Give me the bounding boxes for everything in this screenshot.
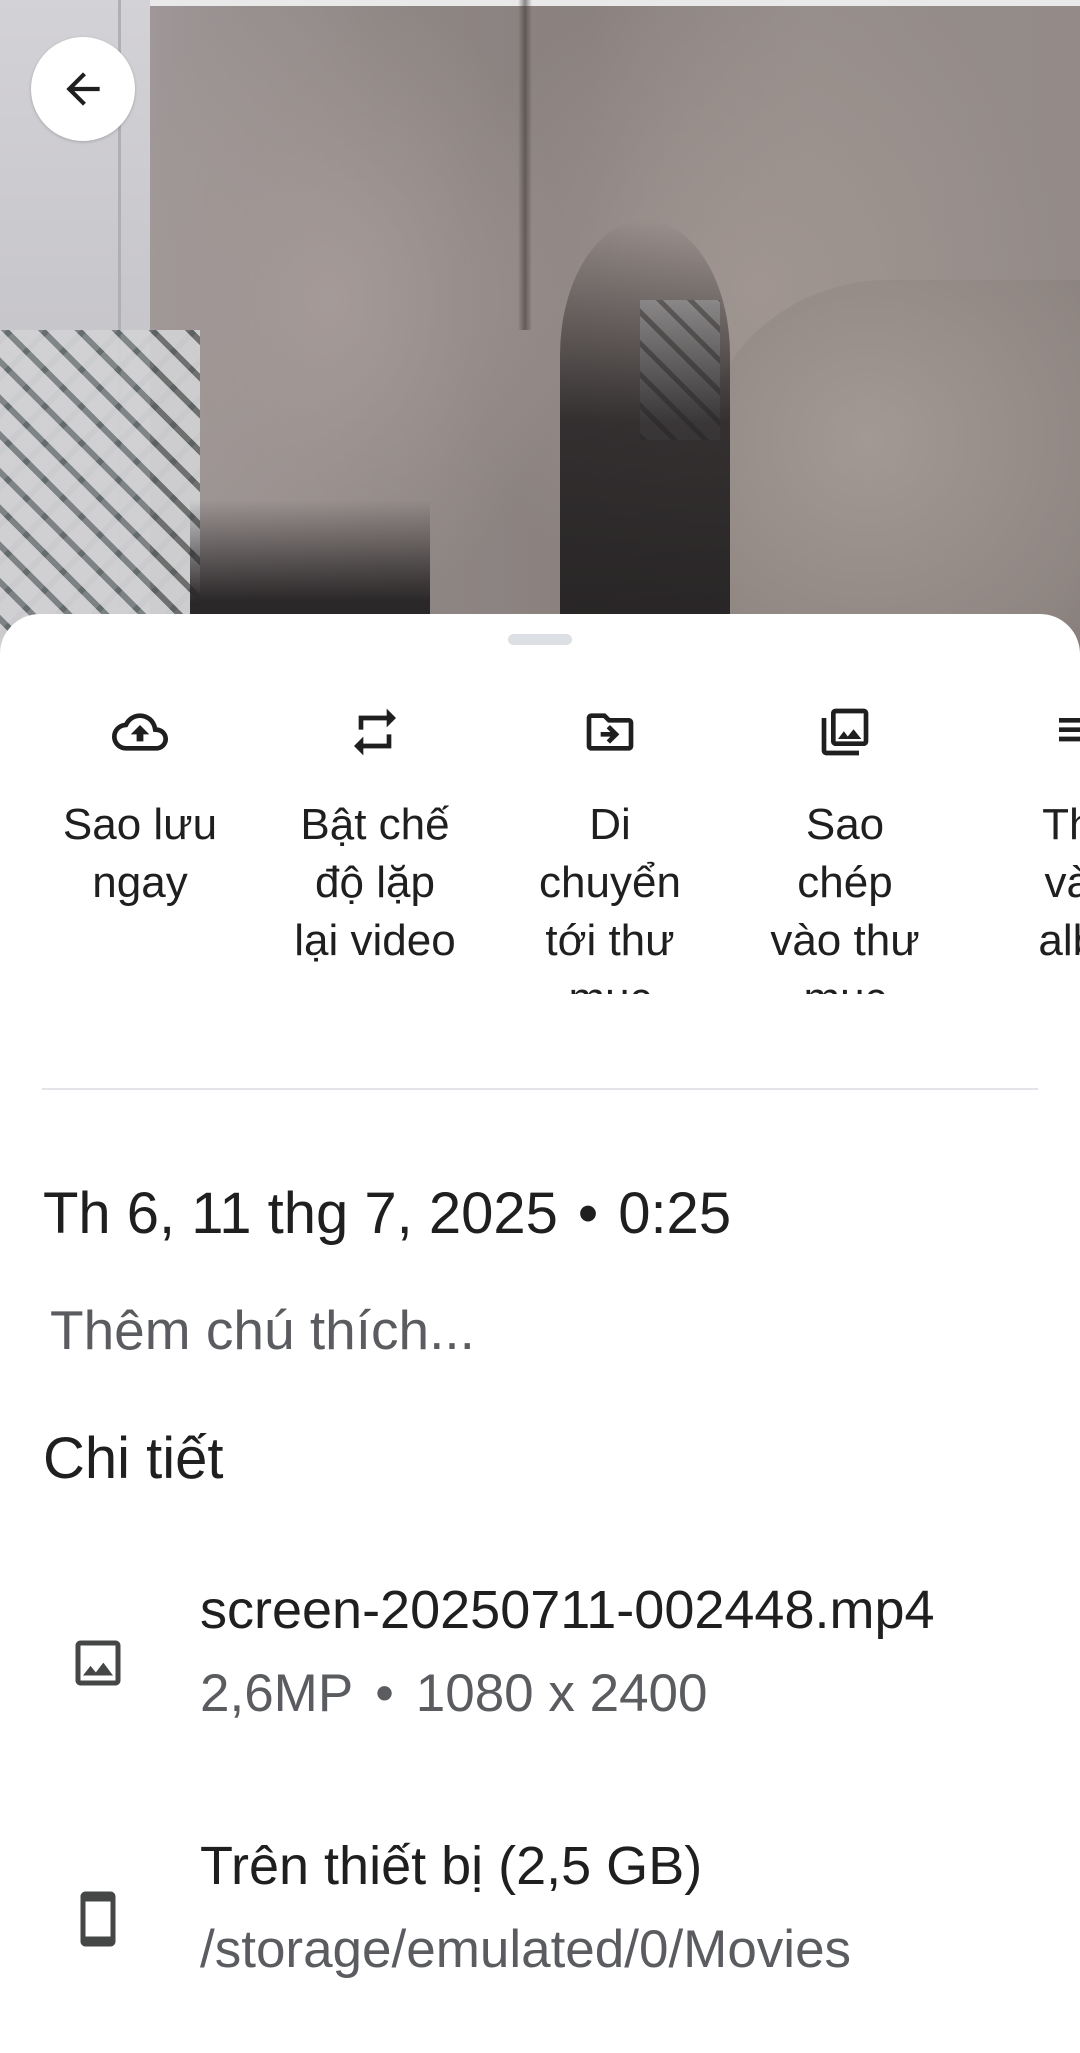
copy-to-folder-button[interactable]: Sao chép vào thư mục bbox=[745, 674, 945, 994]
media-preview[interactable] bbox=[0, 0, 1080, 660]
resolution: 1080 x 2400 bbox=[415, 1664, 708, 1723]
loop-video-button[interactable]: Bật chế độ lặp lại video bbox=[275, 674, 475, 970]
date-text: Th 6, 11 thg 7, 2025 bbox=[43, 1181, 558, 1246]
time-text: 0:25 bbox=[618, 1181, 732, 1246]
media-details-screen: Sao lưu ngay Bật chế độ lặp lại video Di… bbox=[0, 0, 1080, 2053]
storage-path: /storage/emulated/0/Movies bbox=[200, 1920, 852, 1979]
add-to-album-button[interactable]: Thê vào albu bbox=[980, 674, 1080, 970]
add-to-album-icon bbox=[1050, 702, 1080, 762]
cloud-upload-icon bbox=[110, 702, 170, 762]
repeat-icon bbox=[345, 702, 405, 762]
image-icon bbox=[65, 1630, 131, 1696]
action-label: Bật chế độ lặp lại video bbox=[294, 800, 456, 965]
date-time[interactable]: Th 6, 11 thg 7, 2025 • 0:25 bbox=[43, 1169, 731, 1259]
file-info-row: screen-20250711-002448.mp4 2,6MP • 1080 x … bbox=[0, 1562, 1080, 1762]
megapixels: 2,6MP bbox=[200, 1664, 354, 1723]
separator-dot: • bbox=[375, 1664, 394, 1723]
separator-dot: • bbox=[577, 1181, 599, 1246]
action-label: Thê vào albu bbox=[1038, 800, 1080, 965]
move-to-folder-button[interactable]: Di chuyển tới thư mục bbox=[510, 674, 710, 994]
action-label: Sao lưu ngay bbox=[62, 800, 218, 907]
file-specs: 2,6MP • 1080 x 2400 bbox=[200, 1654, 708, 1734]
divider bbox=[42, 1088, 1038, 1090]
storage-info-row: Trên thiết bị (2,5 GB) /storage/emulated… bbox=[0, 1818, 1080, 2018]
details-sheet: Sao lưu ngay Bật chế độ lặp lại video Di… bbox=[0, 614, 1080, 2053]
action-label: Sao chép vào thư mục bbox=[770, 800, 920, 994]
storage-title: Trên thiết bị (2,5 GB) bbox=[200, 1836, 703, 1896]
caption-input[interactable]: Thêm chú thích... bbox=[50, 1290, 475, 1370]
folder-move-icon bbox=[580, 702, 640, 762]
arrow-left-icon bbox=[66, 72, 100, 106]
details-heading: Chi tiết bbox=[43, 1426, 224, 1491]
backup-now-button[interactable]: Sao lưu ngay bbox=[40, 674, 240, 912]
photo-library-icon bbox=[815, 702, 875, 762]
back-button[interactable] bbox=[31, 37, 135, 141]
smartphone-icon bbox=[65, 1886, 131, 1952]
action-row: Sao lưu ngay Bật chế độ lặp lại video Di… bbox=[0, 674, 1080, 994]
status-strip bbox=[0, 0, 1080, 6]
drag-handle[interactable] bbox=[508, 634, 572, 645]
action-label: Di chuyển tới thư mục bbox=[539, 800, 681, 994]
file-name: screen-20250711-002448.mp4 bbox=[200, 1580, 935, 1640]
